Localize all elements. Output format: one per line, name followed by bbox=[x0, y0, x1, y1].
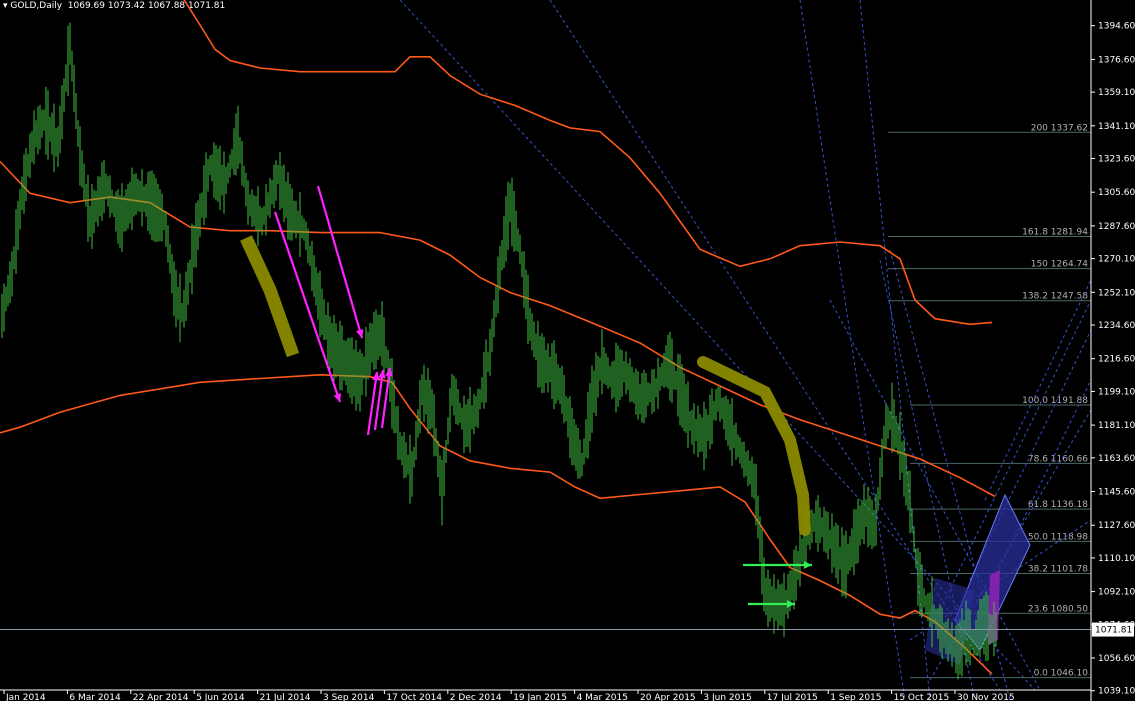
price-tick-label: 1216.60 bbox=[1098, 355, 1135, 365]
annotation-arrowhead bbox=[333, 393, 342, 402]
time-tick-label: 3 Sep 2014 bbox=[323, 693, 375, 701]
time-tick-label: 15 Oct 2015 bbox=[894, 693, 950, 701]
price-tick-label: 1323.60 bbox=[1098, 155, 1135, 165]
envelope-upper bbox=[183, 0, 993, 326]
time-tick-label: 30 Nov 2015 bbox=[957, 693, 1015, 701]
price-tick-label: 1110.10 bbox=[1098, 554, 1135, 564]
price-axis: 1394.60 1376.60 1359.10 1341.10 1323.60 1305.… bbox=[1090, 0, 1135, 701]
time-tick-label: 6 Mar 2014 bbox=[69, 693, 121, 701]
fib-level-label: 23.6 1080.50 bbox=[1028, 604, 1088, 614]
price-tick-label: 1341.10 bbox=[1098, 122, 1135, 132]
price-tick-label: 1199.10 bbox=[1098, 387, 1135, 397]
price-tick-label: 1181.10 bbox=[1098, 421, 1135, 431]
annotation-arrow bbox=[316, 185, 364, 339]
fib-level-label: 0.0 1046.10 bbox=[1034, 669, 1089, 679]
price-tick-label: 1305.60 bbox=[1098, 188, 1135, 198]
time-tick-label: 19 Jan 2015 bbox=[513, 693, 567, 701]
price-tick-label: 1394.60 bbox=[1098, 22, 1135, 32]
fib-level-label: 50.0 1118.98 bbox=[1028, 532, 1088, 542]
time-tick-label: 5 Jun 2014 bbox=[196, 693, 245, 701]
dashed-trendline bbox=[799, 0, 906, 701]
fib-level-label: 38.2 1101.78 bbox=[1028, 564, 1088, 574]
time-tick-label: Jan 2014 bbox=[5, 693, 46, 701]
fib-level-label: 61.8 1136.18 bbox=[1028, 500, 1088, 510]
time-tick-label: 17 Oct 2014 bbox=[386, 693, 442, 701]
time-tick-label: 3 Jun 2015 bbox=[703, 693, 751, 701]
price-tick-label: 1127.60 bbox=[1098, 521, 1135, 531]
price-tick-label: 1287.60 bbox=[1098, 222, 1135, 232]
price-tick-label: 1270.10 bbox=[1098, 255, 1135, 265]
price-tick-label: 1359.10 bbox=[1098, 88, 1135, 98]
time-tick-label: 21 Jul 2014 bbox=[260, 693, 311, 701]
current-price-label: 1071.81 bbox=[1095, 626, 1132, 636]
dashed-trendline bbox=[984, 279, 1092, 501]
annotation-group bbox=[0, 185, 1091, 631]
time-tick-label: 17 Jul 2015 bbox=[767, 693, 818, 701]
time-tick-label: 1 Sep 2015 bbox=[830, 693, 881, 701]
fib-level-label: 78.6 1160.66 bbox=[1028, 454, 1088, 464]
price-tick-label: 1252.10 bbox=[1098, 288, 1135, 298]
price-tick-label: 1234.60 bbox=[1098, 321, 1135, 331]
fib-level-label: 138.2 1247.58 bbox=[1022, 292, 1088, 302]
olive-trend-stroke bbox=[240, 235, 300, 358]
candle-series bbox=[1, 22, 997, 680]
time-axis: Jan 2014 6 Mar 2014 22 Apr 2014 5 Jun 2014 2… bbox=[0, 689, 1091, 701]
time-tick-label: 20 Apr 2015 bbox=[640, 693, 696, 701]
price-tick-label: 1056.60 bbox=[1098, 654, 1135, 664]
fib-level-label: 200 1337.62 bbox=[1031, 123, 1088, 133]
price-tick-label: 1092.10 bbox=[1098, 588, 1135, 598]
fib-level-label: 150 1264.74 bbox=[1031, 260, 1089, 270]
time-tick-label: 22 Apr 2014 bbox=[133, 693, 189, 701]
price-chart[interactable]: 0.0 1046.10 23.6 1080.50 38.2 1101.78 50.0 … bbox=[0, 0, 1135, 701]
price-tick-label: 1376.60 bbox=[1098, 55, 1135, 65]
fib-level-label: 100.0 1191.88 bbox=[1022, 396, 1088, 406]
time-tick-label: 4 Mar 2015 bbox=[577, 693, 628, 701]
price-tick-label: 1163.60 bbox=[1098, 454, 1135, 464]
annotation-arrowhead bbox=[803, 561, 812, 569]
fib-level-label: 161.8 1281.94 bbox=[1022, 227, 1088, 237]
time-tick-label: 2 Dec 2014 bbox=[450, 693, 502, 701]
price-tick-label: 1145.60 bbox=[1098, 488, 1135, 498]
price-tick-label: 1039.10 bbox=[1098, 687, 1135, 697]
